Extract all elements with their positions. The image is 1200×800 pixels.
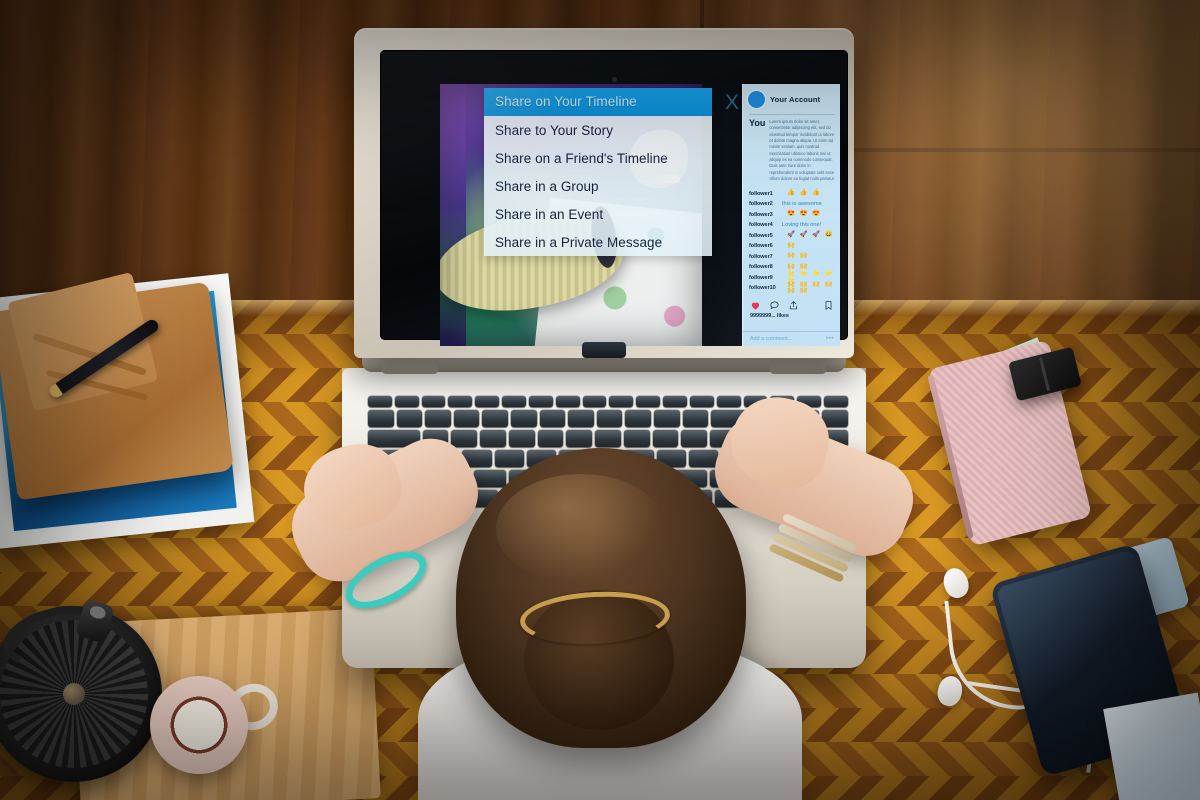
- comment-username[interactable]: follower1: [749, 191, 777, 197]
- key[interactable]: [822, 410, 849, 427]
- key[interactable]: [368, 410, 394, 427]
- comment-row: follower5 🚀 🚀 🚀 😄: [749, 230, 835, 241]
- person: [278, 387, 926, 800]
- hair-highlight: [496, 474, 666, 584]
- key[interactable]: [394, 396, 419, 407]
- account-header[interactable]: Your Account: [743, 84, 840, 112]
- pink-white-mug: [150, 676, 248, 774]
- likes-count: 9999999... likes: [750, 313, 789, 320]
- share-menu-item-friends-timeline[interactable]: Share on a Friend's Timeline: [484, 144, 712, 172]
- comment-row: follower4 Loving this one!: [749, 220, 835, 231]
- share-menu-item-story[interactable]: Share to Your Story: [484, 116, 712, 144]
- key[interactable]: [663, 396, 687, 407]
- key[interactable]: [453, 410, 480, 427]
- account-name: Your Account: [770, 95, 821, 104]
- comment-username[interactable]: follower7: [749, 254, 777, 260]
- speech-bubble-icon[interactable]: [769, 300, 780, 311]
- key[interactable]: [502, 396, 526, 407]
- add-comment-row[interactable]: Add a comment... •••: [743, 331, 840, 342]
- caption-username: You: [749, 118, 766, 128]
- key[interactable]: [475, 396, 500, 407]
- share-menu[interactable]: Share on Your Timeline Share to Your Sto…: [484, 88, 712, 256]
- post-caption: You Lorem ipsum dolor sit amet, consecte…: [743, 118, 840, 182]
- comment-list: follower1 👍 👍 👍 follower2 this is awesom…: [743, 182, 840, 295]
- key[interactable]: [609, 396, 634, 407]
- key[interactable]: [682, 410, 709, 427]
- key[interactable]: [653, 410, 680, 427]
- comment-row: follower2 this is awesome: [749, 199, 835, 210]
- key[interactable]: [625, 410, 651, 427]
- add-comment-input[interactable]: Add a comment...: [750, 336, 826, 342]
- key[interactable]: [568, 410, 594, 427]
- leather-journal: [0, 271, 235, 501]
- comment-row: follower6 🙌: [749, 241, 835, 252]
- social-post-panel: Your Account You Lorem ipsum dolor sit a…: [742, 84, 840, 346]
- avatar: [748, 91, 765, 108]
- comment-username[interactable]: follower3: [749, 212, 777, 218]
- comment-emoji: 🚀 🚀 🚀 😄: [787, 231, 834, 239]
- post-actions: [743, 293, 840, 313]
- share-menu-item-event[interactable]: Share in an Event: [484, 200, 712, 228]
- share-icon[interactable]: [788, 300, 799, 311]
- key[interactable]: [636, 396, 661, 407]
- comment-username[interactable]: follower4: [749, 222, 777, 228]
- webcam-icon: [612, 77, 617, 82]
- comment-username[interactable]: follower9: [749, 275, 777, 281]
- comment-username[interactable]: follower10: [749, 285, 777, 291]
- comment-username[interactable]: follower2: [749, 201, 777, 207]
- laptop-lid: Share on Your Timeline Share to Your Sto…: [354, 28, 854, 358]
- key[interactable]: [448, 396, 473, 407]
- key[interactable]: [539, 410, 566, 427]
- key[interactable]: [368, 396, 392, 407]
- key[interactable]: [510, 410, 537, 427]
- comment-emoji: 😍 😍 😍: [787, 210, 822, 218]
- laptop-screen[interactable]: Share on Your Timeline Share to Your Sto…: [440, 84, 840, 346]
- key[interactable]: [482, 410, 508, 427]
- notebook: [1103, 692, 1200, 800]
- key[interactable]: [528, 396, 553, 407]
- key[interactable]: [689, 396, 714, 407]
- comment-emoji: 🙌: [787, 241, 797, 249]
- comment-row: follower10 🙌 🙌 🙌 🙌 🙌 🙌: [749, 280, 835, 295]
- comment-username[interactable]: follower8: [749, 264, 777, 270]
- teapot-knob: [63, 683, 85, 705]
- scene-root: CREDIT: [0, 0, 1200, 800]
- comment-row: follower7 🙌 🙌: [749, 251, 835, 262]
- lid-latch: [582, 342, 626, 358]
- comment-emoji: 🙌 🙌 🙌 🙌 🙌 🙌: [787, 280, 834, 295]
- share-menu-item-timeline[interactable]: Share on Your Timeline: [484, 88, 712, 116]
- comment-text: this is awesome: [782, 201, 822, 208]
- heart-icon[interactable]: [750, 300, 761, 311]
- bookmark-icon[interactable]: [823, 300, 834, 311]
- key[interactable]: [421, 396, 446, 407]
- caption-text: Lorem ipsum dolor sit amet, consectetur …: [769, 119, 835, 182]
- screen-bezel: Share on Your Timeline Share to Your Sto…: [380, 50, 848, 346]
- comment-username[interactable]: follower6: [749, 243, 777, 249]
- comment-username[interactable]: follower5: [749, 233, 777, 239]
- key[interactable]: [582, 396, 607, 407]
- comment-emoji: 🙌 🙌: [787, 252, 809, 260]
- share-menu-item-private-message[interactable]: Share in a Private Message: [484, 228, 712, 256]
- comment-row: follower3 😍 😍 😍: [749, 209, 835, 220]
- key[interactable]: [555, 396, 580, 407]
- comment-text: Loving this one!: [782, 222, 822, 229]
- divider: [749, 114, 835, 115]
- close-icon[interactable]: X: [720, 90, 744, 114]
- more-options-icon[interactable]: •••: [826, 336, 834, 342]
- key[interactable]: [596, 410, 623, 427]
- key[interactable]: [716, 396, 741, 407]
- key[interactable]: [396, 410, 423, 427]
- comment-emoji: 👍 👍 👍: [787, 189, 822, 197]
- share-menu-item-group[interactable]: Share in a Group: [484, 172, 712, 200]
- key[interactable]: [824, 396, 848, 407]
- key[interactable]: [425, 410, 451, 427]
- comment-row: follower1 👍 👍 👍: [749, 188, 835, 199]
